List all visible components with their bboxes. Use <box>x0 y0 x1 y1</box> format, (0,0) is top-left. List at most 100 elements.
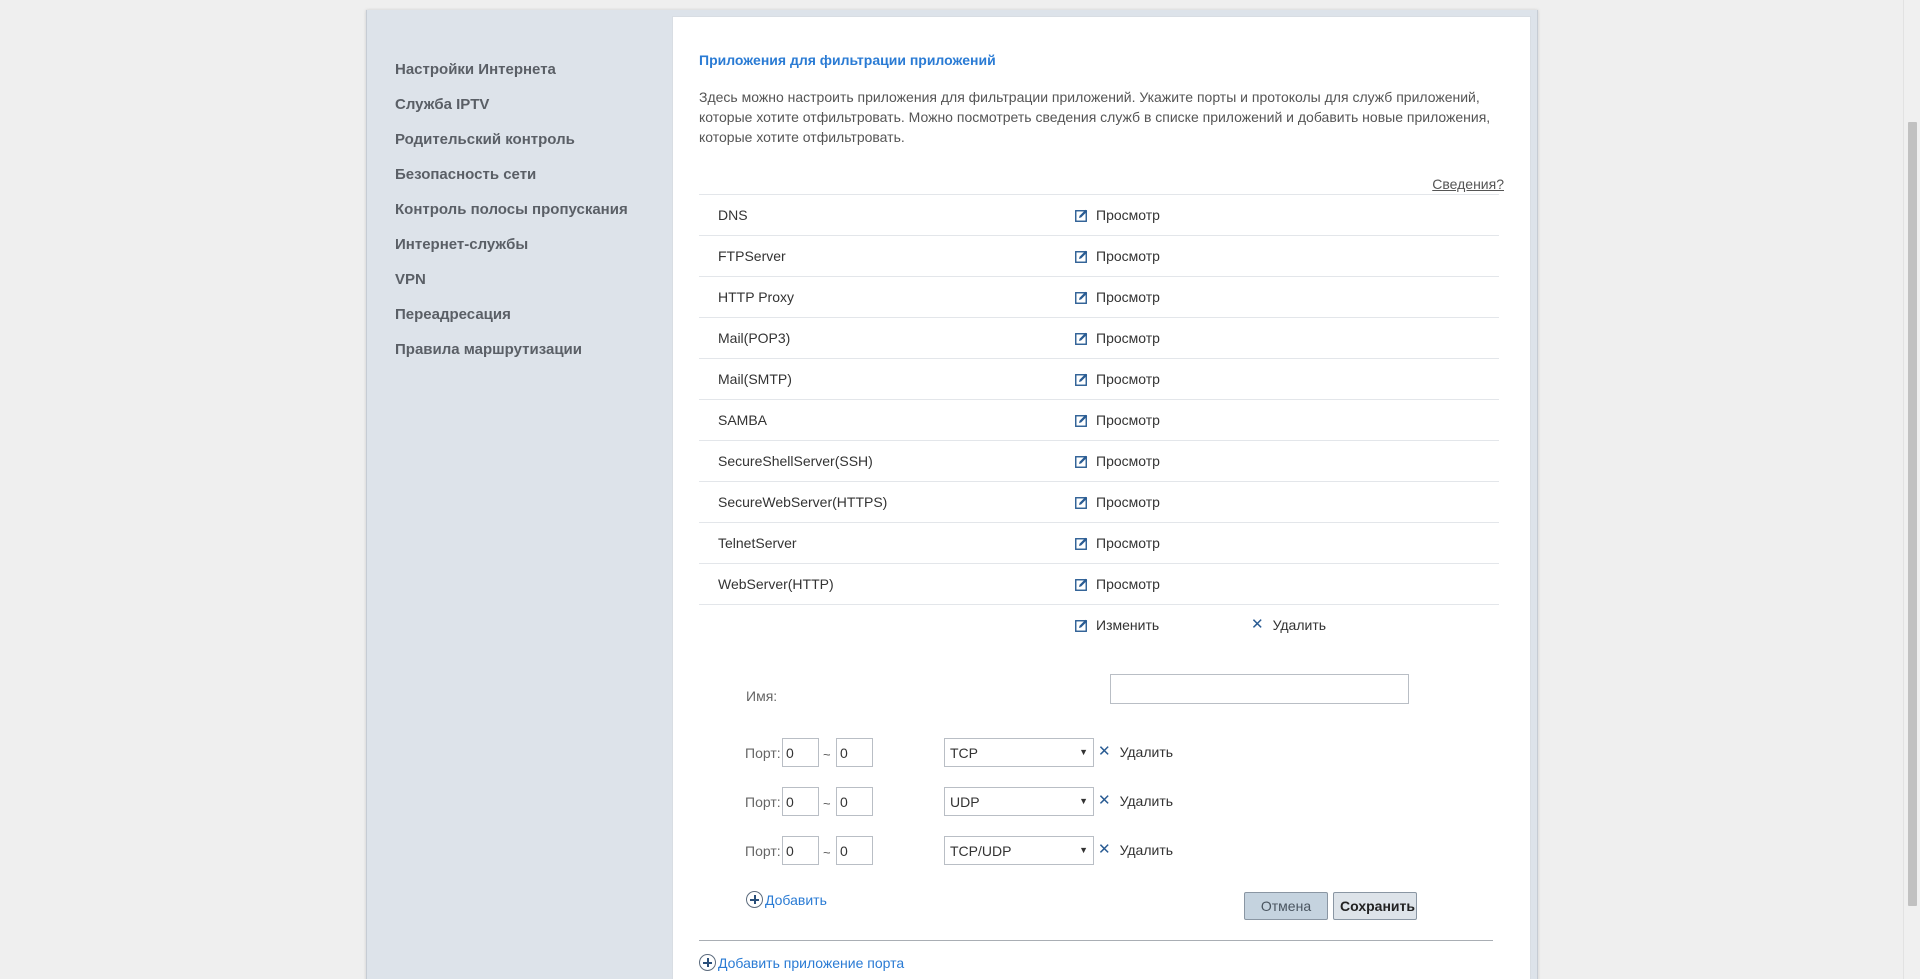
port-to-input[interactable] <box>836 836 873 865</box>
page-scrollbar[interactable] <box>1903 0 1920 979</box>
app-name: WebServer(HTTP) <box>718 576 834 592</box>
table-row: HTTP Proxy Просмотр <box>699 277 1499 318</box>
view-button[interactable]: Просмотр <box>1075 330 1160 346</box>
table-row: Mail(POP3) Просмотр <box>699 318 1499 359</box>
range-tilde: ~ <box>823 747 831 762</box>
table-row: DNS Просмотр <box>699 195 1499 236</box>
view-label: Просмотр <box>1096 494 1160 510</box>
sidebar-item-internet-settings[interactable]: Настройки Интернета <box>395 60 655 95</box>
view-button[interactable]: Просмотр <box>1075 248 1160 264</box>
sidebar-nav: Настройки Интернета Служба IPTV Родитель… <box>395 60 655 375</box>
chevron-down-icon: ▼ <box>1079 845 1088 855</box>
sidebar-item-routing-rules[interactable]: Правила маршрутизации <box>395 340 655 375</box>
close-icon: ✕ <box>1251 616 1264 633</box>
view-button[interactable]: Просмотр <box>1075 576 1160 592</box>
name-input[interactable] <box>1110 674 1409 704</box>
protocol-select[interactable]: UDP ▼ <box>944 787 1094 816</box>
app-name: SAMBA <box>718 412 768 428</box>
range-tilde: ~ <box>823 796 831 811</box>
plus-circle-icon <box>746 891 763 908</box>
table-row: Mail(SMTP) Просмотр <box>699 359 1499 400</box>
view-label: Просмотр <box>1096 207 1160 223</box>
edit-icon <box>1075 332 1088 345</box>
add-port-app-label: Добавить приложение порта <box>718 954 905 971</box>
view-button[interactable]: Просмотр <box>1075 207 1160 223</box>
table-row: TelnetServer Просмотр <box>699 523 1499 564</box>
section-divider <box>699 940 1493 941</box>
port-to-input[interactable] <box>836 787 873 816</box>
app-name: SecureShellServer(SSH) <box>718 453 873 469</box>
view-button[interactable]: Просмотр <box>1075 535 1160 551</box>
view-button[interactable]: Просмотр <box>1075 453 1160 469</box>
sidebar-item-bandwidth-control[interactable]: Контроль полосы пропускания <box>395 200 655 235</box>
page-title: Приложения для фильтрации приложений <box>699 52 996 68</box>
view-label: Просмотр <box>1096 535 1160 551</box>
add-port-app-button[interactable]: Добавить приложение порта <box>699 954 904 971</box>
edit-label: Изменить <box>1096 617 1160 633</box>
table-row: WebServer(HTTP) Просмотр <box>699 564 1499 605</box>
view-label: Просмотр <box>1096 371 1160 387</box>
edit-icon <box>1075 578 1088 591</box>
close-icon: ✕ <box>1098 841 1111 858</box>
cancel-button[interactable]: Отмена <box>1244 892 1328 920</box>
edit-icon <box>1075 250 1088 263</box>
view-label: Просмотр <box>1096 330 1160 346</box>
delete-label: Удалить <box>1272 617 1327 633</box>
save-button[interactable]: Сохранить <box>1333 892 1417 920</box>
protocol-value: TCP <box>950 745 978 761</box>
app-list: DNS Просмотр FTPServer Просмотр HTTP Proxy Пр… <box>699 194 1499 646</box>
delete-port-button[interactable]: ✕ Удалить <box>1098 842 1173 858</box>
view-button[interactable]: Просмотр <box>1075 371 1160 387</box>
main-panel: Приложения для фильтрации приложений Зде… <box>672 16 1531 979</box>
delete-port-button[interactable]: ✕ Удалить <box>1098 793 1173 809</box>
view-button[interactable]: Просмотр <box>1075 289 1160 305</box>
plus-circle-icon <box>699 954 716 971</box>
port-from-input[interactable] <box>782 787 819 816</box>
chevron-down-icon: ▼ <box>1079 747 1088 757</box>
port-from-input[interactable] <box>782 836 819 865</box>
delete-port-label: Удалить <box>1119 744 1174 760</box>
app-name: DNS <box>718 207 748 223</box>
app-name: HTTP Proxy <box>718 289 794 305</box>
sidebar-item-internet-services[interactable]: Интернет-службы <box>395 235 655 270</box>
app-name: Mail(SMTP) <box>718 371 792 387</box>
port-to-input[interactable] <box>836 738 873 767</box>
protocol-select[interactable]: TCP ▼ <box>944 738 1094 767</box>
view-label: Просмотр <box>1096 248 1160 264</box>
view-button[interactable]: Просмотр <box>1075 412 1160 428</box>
delete-port-label: Удалить <box>1119 842 1174 858</box>
port-label: Порт: <box>745 794 781 810</box>
close-icon: ✕ <box>1098 743 1111 760</box>
sidebar-item-iptv[interactable]: Служба IPTV <box>395 95 655 130</box>
edit-icon <box>1075 291 1088 304</box>
scroll-thumb[interactable] <box>1908 122 1917 906</box>
edit-icon <box>1075 496 1088 509</box>
delete-port-label: Удалить <box>1119 793 1174 809</box>
close-icon: ✕ <box>1098 792 1111 809</box>
protocol-select[interactable]: TCP/UDP ▼ <box>944 836 1094 865</box>
details-link[interactable]: Сведения? <box>1432 176 1504 192</box>
table-row: SAMBA Просмотр <box>699 400 1499 441</box>
port-from-input[interactable] <box>782 738 819 767</box>
sidebar-item-network-security[interactable]: Безопасность сети <box>395 165 655 200</box>
sidebar-item-forwarding[interactable]: Переадресация <box>395 305 655 340</box>
page-description: Здесь можно настроить приложения для фил… <box>699 89 1491 145</box>
add-port-button[interactable]: Добавить <box>746 891 827 908</box>
table-actions-row: Изменить ✕ Удалить <box>699 605 1499 646</box>
edit-icon <box>1075 373 1088 386</box>
sidebar-item-vpn[interactable]: VPN <box>395 270 655 305</box>
delete-port-button[interactable]: ✕ Удалить <box>1098 744 1173 760</box>
edit-button[interactable]: Изменить <box>1075 617 1159 633</box>
app-name: TelnetServer <box>718 535 797 551</box>
edit-icon <box>1075 619 1088 632</box>
view-label: Просмотр <box>1096 289 1160 305</box>
edit-icon <box>1075 414 1088 427</box>
edit-icon <box>1075 455 1088 468</box>
app-name: SecureWebServer(HTTPS) <box>718 494 888 510</box>
delete-button[interactable]: ✕ Удалить <box>1251 617 1326 633</box>
view-label: Просмотр <box>1096 453 1160 469</box>
sidebar-item-parental-control[interactable]: Родительский контроль <box>395 130 655 165</box>
edit-icon <box>1075 537 1088 550</box>
port-label: Порт: <box>745 745 781 761</box>
view-button[interactable]: Просмотр <box>1075 494 1160 510</box>
